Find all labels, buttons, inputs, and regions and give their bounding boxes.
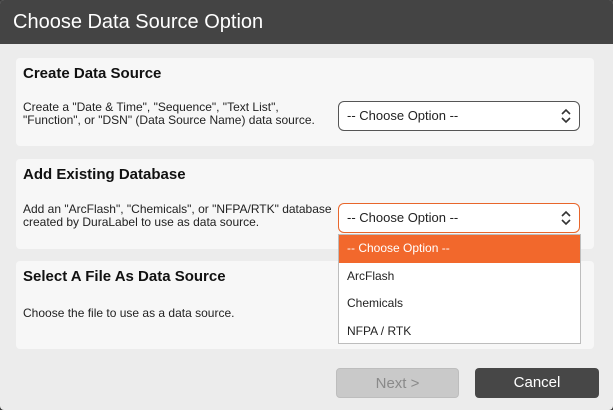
dialog-title: Choose Data Source Option: [0, 0, 613, 44]
choose-data-source-dialog: Choose Data Source Option Create Data So…: [0, 0, 613, 410]
add-existing-database-description: Add an "ArcFlash", "Chemicals", or "NFPA…: [23, 203, 333, 229]
select-file-description: Choose the file to use as a data source.: [23, 306, 235, 320]
dropdown-option-arcflash[interactable]: ArcFlash: [339, 263, 580, 291]
create-select-value: -- Choose Option --: [347, 108, 459, 123]
dropdown-option-chemicals[interactable]: Chemicals: [339, 290, 580, 318]
select-file-heading: Select A File As Data Source: [23, 268, 226, 285]
create-data-source-select[interactable]: -- Choose Option --: [338, 101, 580, 131]
cancel-button[interactable]: Cancel: [475, 368, 599, 398]
chevron-updown-icon: [561, 108, 571, 124]
add-existing-database-heading: Add Existing Database: [23, 166, 186, 183]
existing-database-select[interactable]: -- Choose Option --: [338, 203, 580, 233]
create-desc-line2: "Function", or "DSN" (Data Source Name) …: [23, 113, 315, 127]
create-data-source-description: Create a "Date & Time", "Sequence", "Tex…: [23, 101, 333, 127]
create-data-source-heading: Create Data Source: [23, 65, 162, 82]
dropdown-option-nfpa-rtk[interactable]: NFPA / RTK: [339, 318, 580, 346]
existing-database-dropdown-list: -- Choose Option -- ArcFlash Chemicals N…: [338, 234, 581, 344]
create-data-source-panel: Create Data Source Create a "Date & Time…: [16, 58, 594, 146]
next-button[interactable]: Next >: [336, 368, 459, 398]
dropdown-option-choose[interactable]: -- Choose Option --: [339, 235, 580, 263]
existing-desc-line2: created by DuraLabel to use as data sour…: [23, 215, 260, 229]
existing-select-value: -- Choose Option --: [347, 210, 459, 225]
chevron-updown-icon: [561, 210, 571, 226]
